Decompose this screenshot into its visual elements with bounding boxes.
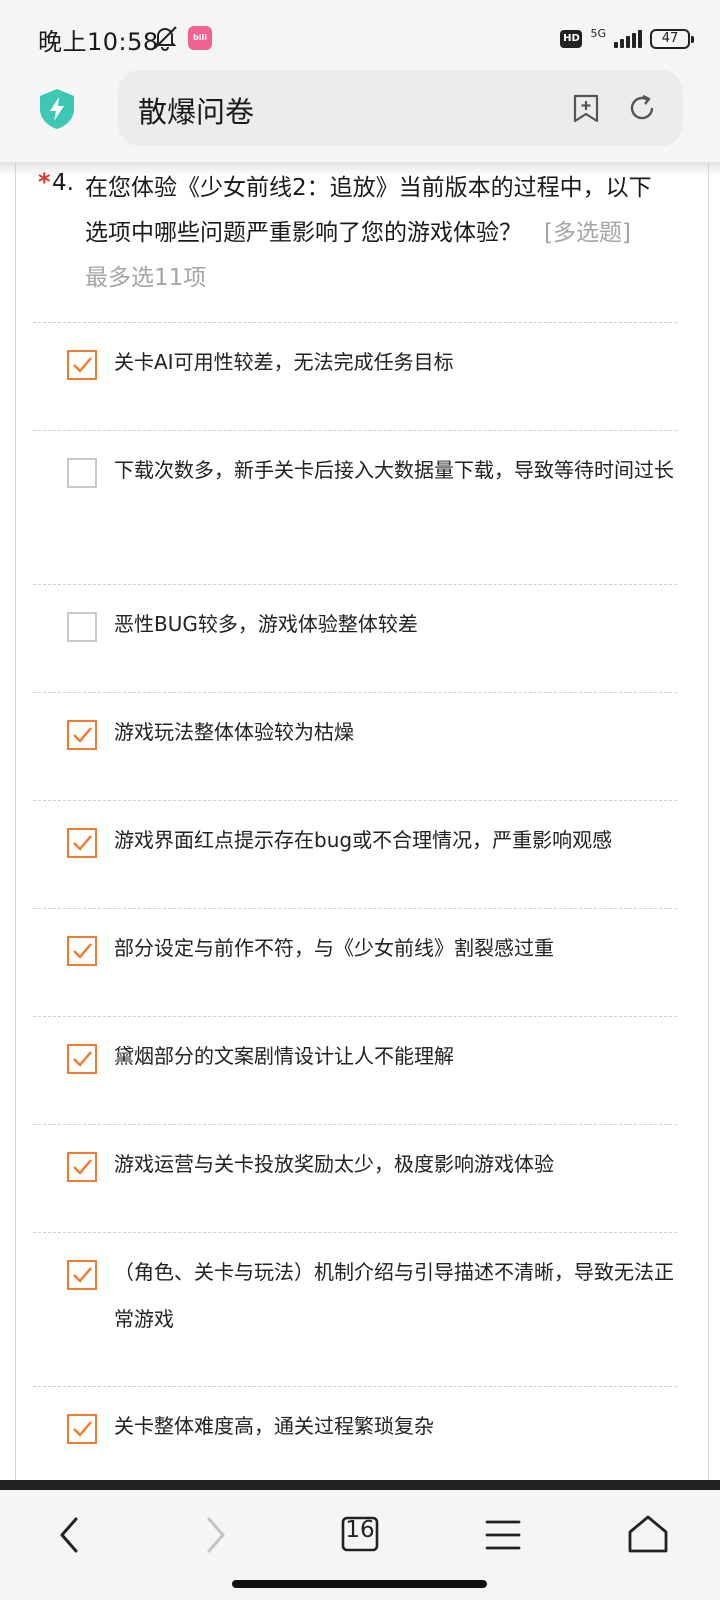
option-checkbox[interactable] xyxy=(67,936,97,966)
status-indicators: HD 5G 47 xyxy=(560,26,694,52)
option-checkbox[interactable] xyxy=(67,1044,97,1074)
status-time: 晚上10:58 xyxy=(38,28,159,56)
question-title: 在您体验《少女前线2：追放》当前版本的过程中，以下选项中哪些问题严重影响了您的游… xyxy=(85,166,655,301)
option-label: 部分设定与前作不符，与《少女前线》割裂感过重 xyxy=(114,936,554,960)
option-checkbox[interactable] xyxy=(67,458,97,488)
option-label: 游戏界面红点提示存在bug或不合理情况，严重影响观感 xyxy=(114,828,613,852)
option-item[interactable]: （角色、关卡与玩法）机制介绍与引导描述不清晰，导致无法正常游戏 xyxy=(33,1232,677,1386)
option-item[interactable]: 黛烟部分的文案剧情设计让人不能理解 xyxy=(33,1016,677,1124)
option-checkbox[interactable] xyxy=(67,828,97,858)
option-checkbox[interactable] xyxy=(67,1414,97,1444)
gesture-home-indicator[interactable] xyxy=(232,1580,487,1588)
checkmark-icon xyxy=(73,835,92,851)
checkmark-icon xyxy=(73,943,92,959)
option-label: 关卡整体难度高，通关过程繁琐复杂 xyxy=(114,1414,434,1438)
shield-lightning-icon[interactable] xyxy=(38,88,76,130)
option-item[interactable]: 恶性BUG较多，游戏体验整体较差 xyxy=(33,584,677,692)
option-item[interactable]: 关卡AI可用性较差，无法完成任务目标 xyxy=(33,322,677,430)
option-label: 黛烟部分的文案剧情设计让人不能理解 xyxy=(114,1044,454,1068)
bilibili-app-icon: bili xyxy=(188,26,212,50)
option-checkbox[interactable] xyxy=(67,1260,97,1290)
required-mark: * xyxy=(38,168,51,196)
add-bookmark-icon[interactable] xyxy=(570,92,602,124)
options-list: 关卡AI可用性较差，无法完成任务目标 下载次数多，新手关卡后接入大数据量下载，导… xyxy=(33,322,677,1480)
option-item[interactable]: 游戏玩法整体体验较为枯燥 xyxy=(33,692,677,800)
checkmark-icon xyxy=(73,1051,92,1067)
hd-badge: HD xyxy=(560,30,583,48)
page-title: 散爆问卷 xyxy=(138,95,255,129)
back-icon[interactable] xyxy=(45,1510,95,1560)
option-item[interactable]: 部分设定与前作不符，与《少女前线》割裂感过重 xyxy=(33,908,677,1016)
option-label: 游戏玩法整体体验较为枯燥 xyxy=(114,720,354,744)
option-checkbox[interactable] xyxy=(67,350,97,380)
survey-content[interactable]: * 4. 在您体验《少女前线2：追放》当前版本的过程中，以下选项中哪些问题严重影… xyxy=(0,162,720,1480)
battery-level: 47 xyxy=(661,31,679,46)
tabs-button[interactable]: 16 xyxy=(335,1510,385,1560)
forward-icon[interactable] xyxy=(190,1510,240,1560)
signal-icon xyxy=(614,30,642,48)
option-label: 下载次数多，新手关卡后接入大数据量下载，导致等待时间过长 xyxy=(114,458,674,482)
checkmark-icon xyxy=(73,1421,92,1437)
menu-icon[interactable] xyxy=(478,1510,528,1560)
network-type: 5G xyxy=(590,26,606,40)
option-checkbox[interactable] xyxy=(67,612,97,642)
address-bar[interactable]: 散爆问卷 xyxy=(118,70,683,146)
question-number: 4. xyxy=(52,170,74,196)
checkmark-icon xyxy=(73,727,92,743)
option-checkbox[interactable] xyxy=(67,720,97,750)
option-item[interactable]: 关卡整体难度高，通关过程繁琐复杂 xyxy=(33,1386,677,1480)
checkmark-icon xyxy=(73,1159,92,1175)
option-item[interactable]: 游戏界面红点提示存在bug或不合理情况，严重影响观感 xyxy=(33,800,677,908)
option-label: 游戏运营与关卡投放奖励太少，极度影响游戏体验 xyxy=(114,1152,554,1176)
refresh-icon[interactable] xyxy=(626,92,658,124)
browser-bottom-nav: 16 xyxy=(0,1490,720,1600)
option-item[interactable]: 下载次数多，新手关卡后接入大数据量下载，导致等待时间过长 xyxy=(33,430,677,584)
browser-top-bar: 散爆问卷 xyxy=(0,70,720,162)
option-label: 恶性BUG较多，游戏体验整体较差 xyxy=(114,612,418,636)
status-bar: 晚上10:58 bili HD 5G 47 xyxy=(0,0,720,70)
battery-icon: 47 xyxy=(650,29,694,49)
option-label: （角色、关卡与玩法）机制介绍与引导描述不清晰，导致无法正常游戏 xyxy=(114,1260,674,1331)
do-not-disturb-icon xyxy=(153,26,177,51)
option-checkbox[interactable] xyxy=(67,1152,97,1182)
checkmark-icon xyxy=(73,357,92,373)
home-icon[interactable] xyxy=(623,1510,673,1560)
option-label: 关卡AI可用性较差，无法完成任务目标 xyxy=(114,350,454,374)
checkmark-icon xyxy=(73,1267,92,1283)
bottom-separator xyxy=(0,1480,720,1490)
option-item[interactable]: 游戏运营与关卡投放奖励太少，极度影响游戏体验 xyxy=(33,1124,677,1232)
tab-count: 16 xyxy=(345,1517,375,1543)
